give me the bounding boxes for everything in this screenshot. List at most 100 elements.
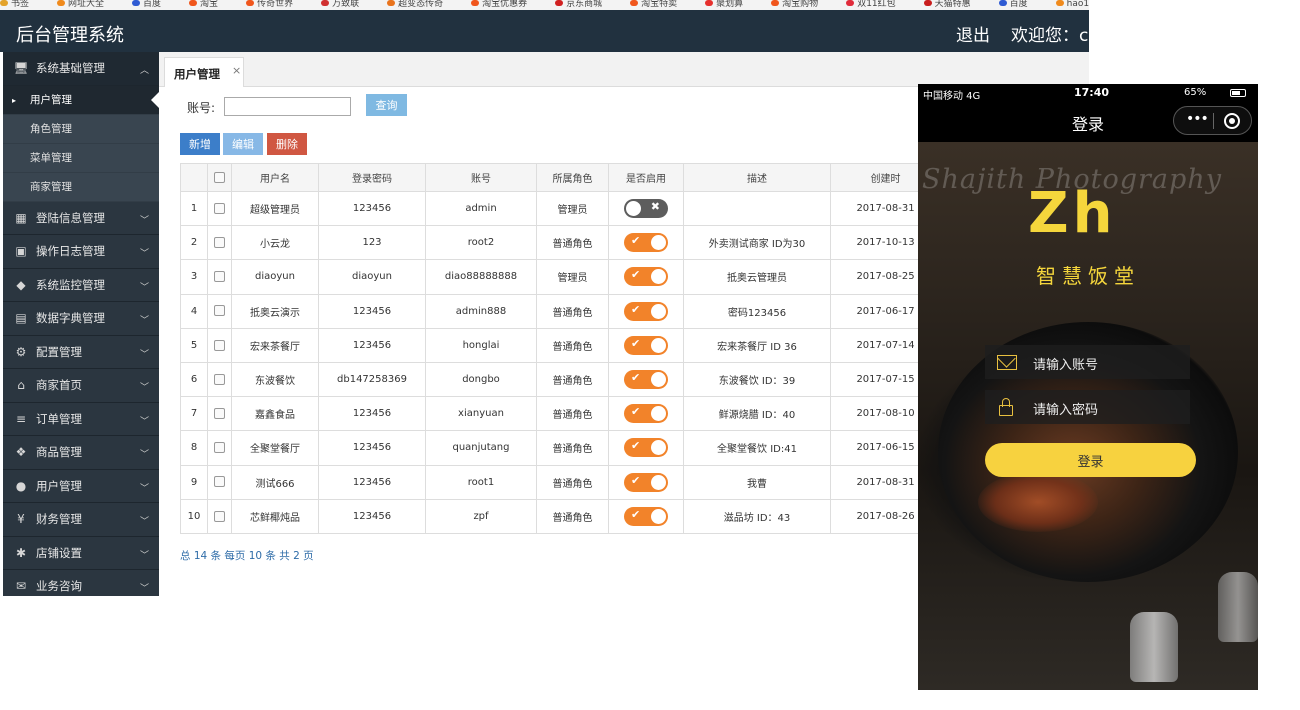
table-row[interactable]: 5 宏来茶餐厅 123456 honglai 普通角色 ✔ 宏来茶餐厅 ID 36 2017-… bbox=[180, 327, 941, 363]
bookmark-item[interactable]: 天猫特惠 bbox=[923, 0, 985, 8]
enabled-toggle[interactable]: ✔ bbox=[624, 335, 668, 355]
account-search-input[interactable] bbox=[224, 97, 351, 116]
row-checkbox[interactable] bbox=[214, 373, 225, 385]
bookmark-item[interactable]: 聚划算 bbox=[705, 0, 757, 8]
row-checkbox[interactable] bbox=[214, 305, 225, 317]
row-checkbox[interactable] bbox=[214, 510, 225, 522]
row-checkbox-cell[interactable] bbox=[207, 225, 232, 261]
row-checkbox[interactable] bbox=[214, 442, 225, 454]
bookmark-item[interactable]: 书签 bbox=[0, 0, 43, 8]
add-button[interactable]: 新增 bbox=[180, 133, 220, 155]
row-checkbox-cell[interactable] bbox=[207, 430, 232, 466]
table-row[interactable]: 6 东波餐饮 db147258369 dongbo 普通角色 ✔ 东波餐饮 ID：39 201… bbox=[180, 361, 941, 398]
sidebar-group[interactable]: ▦ 登陆信息管理 ﹀ bbox=[3, 202, 159, 235]
enabled-cell[interactable]: ✔ bbox=[608, 293, 684, 329]
sidebar-group[interactable]: ❖ 商品管理 ﹀ bbox=[3, 436, 159, 470]
close-circle-icon[interactable] bbox=[1224, 113, 1240, 129]
tab-user-management[interactable]: 用户管理 × bbox=[164, 57, 244, 87]
sidebar-group[interactable]: ✉ 业务咨询 ﹀ bbox=[3, 570, 159, 596]
sidebar-subitem[interactable]: 菜单管理 bbox=[3, 144, 159, 173]
miniprogram-capsule[interactable]: ••• bbox=[1173, 106, 1252, 135]
enabled-cell[interactable]: ✖ bbox=[608, 190, 684, 227]
row-checkbox[interactable] bbox=[214, 237, 225, 249]
enabled-toggle[interactable]: ✔ bbox=[624, 438, 668, 458]
enabled-toggle[interactable]: ✔ bbox=[624, 370, 668, 390]
enabled-toggle[interactable]: ✖ bbox=[624, 199, 668, 219]
enabled-cell[interactable]: ✔ bbox=[608, 225, 684, 261]
bookmark-item[interactable]: 传奇世界 bbox=[246, 0, 307, 8]
sidebar-group[interactable]: ▤ 数据字典管理 ﹀ bbox=[3, 302, 159, 336]
sidebar-subitem[interactable]: 角色管理 bbox=[3, 115, 159, 144]
bookmark-item[interactable]: 万致联 bbox=[321, 0, 373, 8]
row-checkbox[interactable] bbox=[214, 202, 225, 214]
row-checkbox[interactable] bbox=[214, 407, 225, 419]
table-row[interactable]: 3 diaoyun diaoyun diao88888888 管理员 ✔ 抵奥云管理员 201… bbox=[180, 259, 941, 295]
logout-link[interactable]: 退出 bbox=[956, 21, 990, 46]
enabled-toggle[interactable]: ✔ bbox=[624, 472, 668, 492]
delete-button[interactable]: 删除 bbox=[267, 133, 307, 155]
bookmark-item[interactable]: hao123导航 bbox=[1055, 0, 1089, 8]
table-row[interactable]: 2 小云龙 123 root2 普通角色 ✔ 外卖测试商家 ID为30 2017-10-13 bbox=[180, 225, 941, 261]
sidebar-subitem[interactable]: ▸ 用户管理 bbox=[3, 85, 159, 115]
sidebar-group[interactable]: ≡ 订单管理 ﹀ bbox=[3, 403, 159, 436]
bookmark-item[interactable]: 百度 bbox=[132, 0, 175, 8]
sidebar-group[interactable]: ✱ 店铺设置 ﹀ bbox=[3, 537, 159, 570]
row-checkbox-cell[interactable] bbox=[207, 464, 232, 500]
row-checkbox-cell[interactable] bbox=[207, 259, 232, 295]
table-row[interactable]: 8 全聚堂餐厅 123456 quanjutang 普通角色 ✔ 全聚堂餐饮 ID:41 20… bbox=[180, 430, 941, 466]
bookmark-item[interactable]: 淘宝购物 bbox=[771, 0, 832, 8]
row-checkbox[interactable] bbox=[214, 271, 225, 283]
sidebar-group[interactable]: ⚙ 配置管理 ﹀ bbox=[3, 336, 159, 369]
table-row[interactable]: 4 抵奥云演示 123456 admin888 普通角色 ✔ 密码123456 2017-06… bbox=[180, 293, 941, 329]
row-checkbox-cell[interactable] bbox=[207, 293, 232, 329]
table-row[interactable]: 9 测试666 123456 root1 普通角色 ✔ 我曹 2017-08-31 bbox=[180, 464, 941, 500]
row-checkbox[interactable] bbox=[214, 339, 225, 351]
edit-button[interactable]: 编辑 bbox=[223, 133, 263, 155]
enabled-toggle[interactable]: ✔ bbox=[624, 506, 668, 526]
row-checkbox-cell[interactable] bbox=[207, 190, 232, 227]
row-checkbox-cell[interactable] bbox=[207, 498, 232, 534]
enabled-cell[interactable]: ✔ bbox=[608, 361, 684, 398]
column-header[interactable] bbox=[207, 163, 232, 192]
sidebar-group[interactable]: ⌂ 商家首页 ﹀ bbox=[3, 369, 159, 403]
sidebar-group[interactable]: ◆ 系统监控管理 ﹀ bbox=[3, 269, 159, 302]
sidebar-group[interactable]: ● 用户管理 ﹀ bbox=[3, 470, 159, 503]
username-cell: 东波餐饮 bbox=[231, 361, 319, 398]
bookmark-item[interactable]: 百度 bbox=[998, 0, 1042, 8]
bookmark-item[interactable]: 超变态传奇 bbox=[387, 0, 457, 8]
enabled-toggle[interactable]: ✔ bbox=[624, 267, 668, 287]
table-row[interactable]: 7 嘉鑫食品 123456 xianyuan 普通角色 ✔ 鲜源烧腊 ID：40 2017-0… bbox=[180, 396, 941, 432]
bookmark-item[interactable]: 网址大全 bbox=[57, 0, 118, 8]
enabled-cell[interactable]: ✔ bbox=[608, 396, 684, 432]
bookmark-item[interactable]: 淘宝 bbox=[189, 0, 232, 8]
sidebar-group[interactable]: ¥ 财务管理 ﹀ bbox=[3, 503, 159, 537]
enabled-cell[interactable]: ✔ bbox=[608, 327, 684, 363]
enabled-cell[interactable]: ✔ bbox=[608, 464, 684, 500]
row-checkbox[interactable] bbox=[214, 476, 225, 488]
bookmark-item[interactable]: 京东商城 bbox=[555, 0, 616, 8]
sidebar-group[interactable]: ▣ 操作日志管理 ﹀ bbox=[3, 235, 159, 269]
select-all-checkbox[interactable] bbox=[214, 171, 225, 183]
sidebar-group[interactable]: 🖥 系统基础管理 ︿ bbox=[3, 52, 159, 86]
enabled-cell[interactable]: ✔ bbox=[608, 498, 684, 534]
sidebar-subitem[interactable]: 商家管理 bbox=[3, 173, 159, 202]
enabled-toggle[interactable]: ✔ bbox=[624, 233, 668, 253]
bookmark-item[interactable]: 淘宝优惠券 bbox=[471, 0, 541, 8]
more-dots-icon[interactable]: ••• bbox=[1186, 111, 1209, 127]
enabled-toggle[interactable]: ✔ bbox=[624, 301, 668, 321]
table-row[interactable]: 10 芯鲜椰炖品 123456 zpf 普通角色 ✔ 滋品坊 ID：43 2017-08-26 bbox=[180, 498, 941, 534]
account-field[interactable]: 请输入账号 bbox=[985, 345, 1190, 379]
row-checkbox-cell[interactable] bbox=[207, 396, 232, 432]
query-button[interactable]: 查询 bbox=[366, 94, 407, 116]
enabled-toggle[interactable]: ✔ bbox=[624, 404, 668, 424]
tab-close-icon[interactable]: × bbox=[232, 64, 241, 77]
table-row[interactable]: 1 超级管理员 123456 admin 管理员 ✖ 2017-08-31 bbox=[180, 190, 941, 227]
bookmark-item[interactable]: 淘宝特卖 bbox=[630, 0, 691, 8]
enabled-cell[interactable]: ✔ bbox=[608, 259, 684, 295]
login-button[interactable]: 登录 bbox=[985, 443, 1196, 477]
row-checkbox-cell[interactable] bbox=[207, 327, 232, 363]
password-field[interactable]: 请输入密码 bbox=[985, 390, 1190, 424]
bookmark-item[interactable]: 双11红包 bbox=[846, 0, 909, 8]
row-checkbox-cell[interactable] bbox=[207, 361, 232, 398]
enabled-cell[interactable]: ✔ bbox=[608, 430, 684, 466]
